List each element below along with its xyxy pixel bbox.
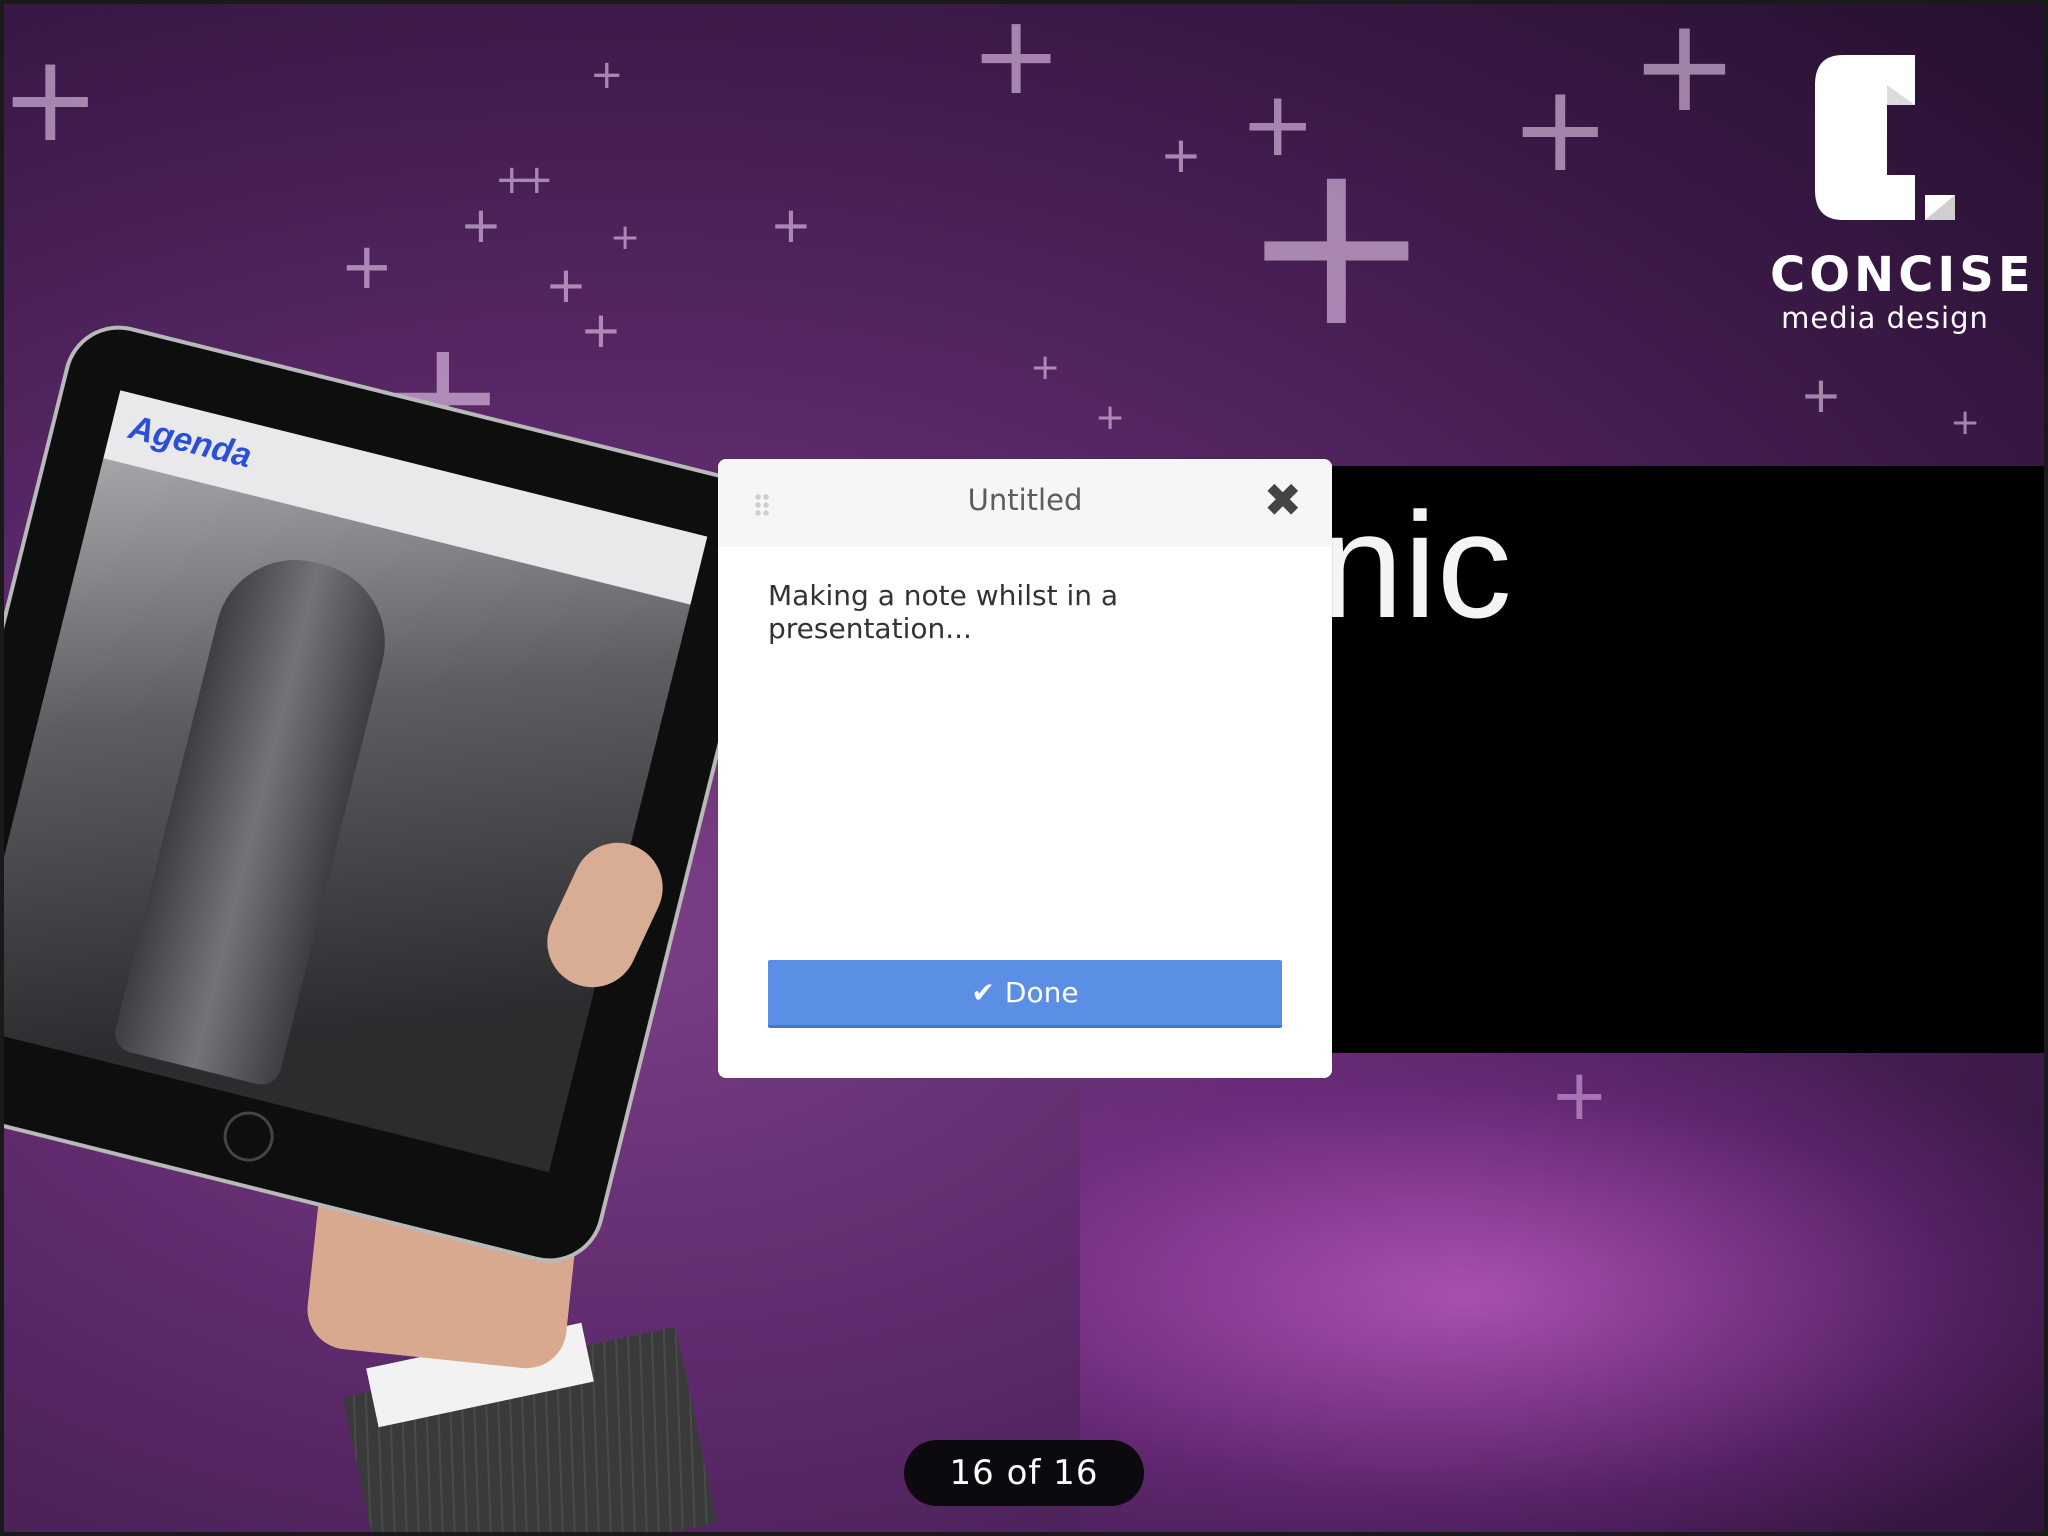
plus-decoration: + xyxy=(1095,397,1126,438)
plus-decoration: + xyxy=(1510,60,1611,199)
logo-subtitle: media design xyxy=(1781,301,1989,335)
presentation-slide: + + + + + + + + + + + + + + + + + + + + … xyxy=(0,0,2048,1536)
tablet-screen: Agenda xyxy=(0,390,708,1173)
plus-decoration: + xyxy=(460,196,502,254)
concise-c-icon xyxy=(1815,55,1955,220)
plus-decoration: + xyxy=(1800,366,1842,424)
tablet-screen-header: Agenda xyxy=(103,390,708,605)
logo-name: CONCISE xyxy=(1770,247,2035,303)
plus-decoration: + xyxy=(970,0,1063,119)
done-button-label: Done xyxy=(1004,976,1079,1009)
slide-title: nic xyxy=(1320,481,1512,649)
plus-decoration: + xyxy=(580,301,622,359)
plus-decoration: + xyxy=(340,230,394,304)
plus-decoration: + xyxy=(610,217,641,258)
note-text-area[interactable]: Making a note whilst in a presentation..… xyxy=(768,579,1292,645)
plus-decoration: + xyxy=(1630,0,1739,141)
plus-decoration: + xyxy=(1950,402,1981,443)
plus-decoration: + xyxy=(590,52,624,98)
checkmark-icon: ✔ xyxy=(971,976,995,1009)
plus-decoration: + xyxy=(1160,126,1202,184)
plus-decoration: + xyxy=(520,157,554,203)
done-button[interactable]: ✔ Done xyxy=(768,960,1282,1028)
concise-logo: CONCISE media design xyxy=(1770,55,2035,335)
tablet-home-button xyxy=(218,1106,279,1167)
wrench-illustration xyxy=(111,543,402,1089)
note-dialog: Untitled ✖ Making a note whilst in a pre… xyxy=(718,459,1332,1078)
sparkle-graphic xyxy=(1080,1053,2048,1536)
plus-decoration: + xyxy=(1030,347,1061,388)
slide-counter: 16 of 16 xyxy=(904,1440,1144,1506)
plus-decoration: + xyxy=(1240,111,1433,378)
tablet-screen-title: Agenda xyxy=(125,408,256,476)
tablet-image: Agenda xyxy=(0,313,785,1275)
plus-decoration: + xyxy=(0,30,101,169)
note-title[interactable]: Untitled xyxy=(718,483,1332,517)
plus-decoration: + xyxy=(770,196,812,254)
close-icon[interactable]: ✖ xyxy=(1263,477,1302,523)
note-dialog-header: Untitled ✖ xyxy=(718,459,1332,547)
